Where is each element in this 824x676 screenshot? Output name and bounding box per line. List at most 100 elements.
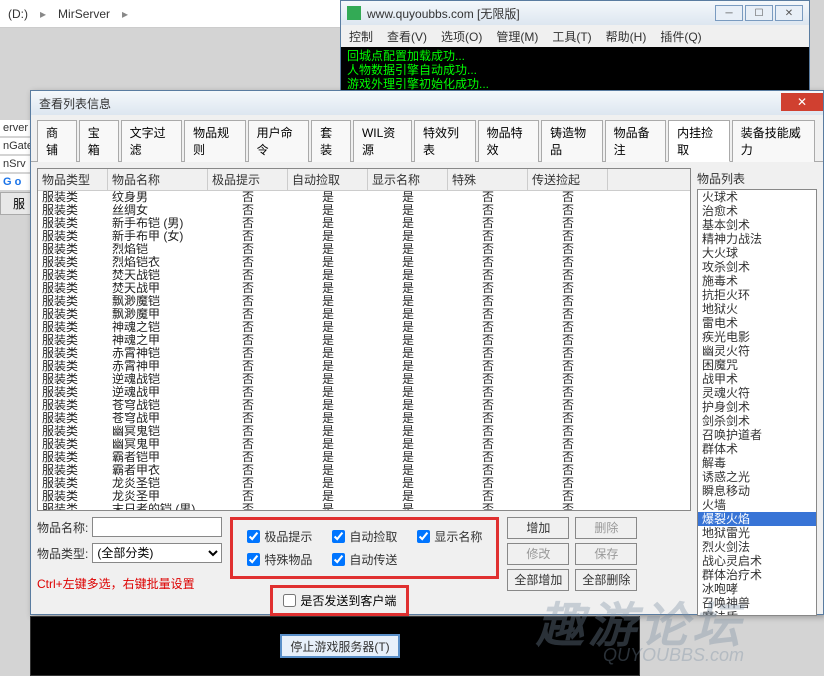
tab-4[interactable]: 用户命令 — [248, 120, 310, 162]
table-row[interactable]: 服装类烈焰铠衣否是是否否 — [38, 256, 690, 269]
list-item[interactable]: 解毒 — [698, 456, 816, 470]
crumb-drive[interactable]: (D:) — [8, 7, 28, 21]
table-row[interactable]: 服装类幽冥鬼甲否是是否否 — [38, 438, 690, 451]
list-item[interactable]: 群体治疗术 — [698, 568, 816, 582]
table-row[interactable]: 服装类赤霄神铠否是是否否 — [38, 347, 690, 360]
tab-7[interactable]: 特效列表 — [414, 120, 476, 162]
modify-button[interactable]: 修改 — [507, 543, 569, 565]
add-button[interactable]: 增加 — [507, 517, 569, 539]
table-row[interactable]: 服装类霸者铠甲否是是否否 — [38, 451, 690, 464]
dialog-titlebar[interactable]: 查看列表信息 — [31, 91, 823, 115]
stop-server-button[interactable]: 停止游戏服务器(T) — [280, 634, 400, 658]
list-item[interactable]: 疾光电影 — [698, 330, 816, 344]
item-name-input[interactable] — [92, 517, 222, 537]
list-item[interactable]: 地狱雷光 — [698, 526, 816, 540]
console-titlebar[interactable]: www.quyoubbs.com [无限版] ─ ☐ ✕ — [341, 1, 809, 25]
tab-8[interactable]: 物品特效 — [478, 120, 540, 162]
table-row[interactable]: 服装类龙炎圣铠否是是否否 — [38, 477, 690, 490]
table-row[interactable]: 服装类飘渺魔甲否是是否否 — [38, 308, 690, 321]
list-item[interactable]: 诱惑之光 — [698, 470, 816, 484]
list-item[interactable]: 爆裂火焰 — [698, 512, 816, 526]
table-row[interactable]: 服装类末日者的铠 (男)否是是否否 — [38, 503, 690, 510]
tab-11[interactable]: 内挂捡取 — [668, 120, 730, 162]
tab-1[interactable]: 宝箱 — [79, 120, 119, 162]
list-item[interactable]: 召唤神兽 — [698, 596, 816, 610]
table-row[interactable]: 服装类赤霄神甲否是是否否 — [38, 360, 690, 373]
table-row[interactable]: 服装类焚天战甲否是是否否 — [38, 282, 690, 295]
list-item[interactable]: 精神力战法 — [698, 232, 816, 246]
list-item[interactable]: 群体术 — [698, 442, 816, 456]
table-row[interactable]: 服装类神魂之甲否是是否否 — [38, 334, 690, 347]
column-header[interactable]: 物品名称 — [108, 169, 208, 190]
check-showname[interactable]: 显示名称 — [417, 528, 482, 545]
table-body[interactable]: 服装类纹身男否是是否否服装类丝绸女否是是否否服装类新手布铠 (男)否是是否否服装… — [38, 191, 690, 510]
column-header[interactable]: 物品类型 — [38, 169, 108, 190]
tab-10[interactable]: 物品备注 — [605, 120, 667, 162]
table-row[interactable]: 服装类神魂之铠否是是否否 — [38, 321, 690, 334]
column-header[interactable]: 特殊 — [448, 169, 528, 190]
list-item[interactable]: 治愈术 — [698, 204, 816, 218]
list-item[interactable]: 护身剑术 — [698, 400, 816, 414]
table-row[interactable]: 服装类焚天战铠否是是否否 — [38, 269, 690, 282]
list-item[interactable]: 召唤护道者 — [698, 428, 816, 442]
tab-2[interactable]: 文字过滤 — [121, 120, 183, 162]
menu-item[interactable]: 管理(M) — [496, 28, 538, 45]
check-special[interactable]: 特殊物品 — [247, 551, 312, 568]
table-row[interactable]: 服装类新手布铠 (男)否是是否否 — [38, 217, 690, 230]
list-item[interactable]: 瞬息移动 — [698, 484, 816, 498]
list-item[interactable]: 战甲术 — [698, 372, 816, 386]
column-header[interactable]: 显示名称 — [368, 169, 448, 190]
list-item[interactable]: 大火球 — [698, 246, 816, 260]
table-row[interactable]: 服装类幽冥鬼铠否是是否否 — [38, 425, 690, 438]
list-item[interactable]: 冰咆哮 — [698, 582, 816, 596]
list-item[interactable]: 魔法盾 — [698, 610, 816, 616]
item-type-select[interactable]: (全部分类) — [92, 543, 222, 563]
minimize-icon[interactable]: ─ — [715, 5, 743, 21]
table-row[interactable]: 服装类纹身男否是是否否 — [38, 191, 690, 204]
list-item[interactable]: 雷电术 — [698, 316, 816, 330]
tab-6[interactable]: WIL资源 — [353, 120, 412, 162]
menu-item[interactable]: 选项(O) — [441, 28, 482, 45]
menu-item[interactable]: 帮助(H) — [606, 28, 647, 45]
tab-0[interactable]: 商铺 — [37, 120, 77, 162]
list-item[interactable]: 地狱火 — [698, 302, 816, 316]
menu-item[interactable]: 查看(V) — [387, 28, 427, 45]
tab-3[interactable]: 物品规则 — [184, 120, 246, 162]
crumb-folder[interactable]: MirServer — [58, 7, 110, 21]
maximize-icon[interactable]: ☐ — [745, 5, 773, 21]
delete-button[interactable]: 删除 — [575, 517, 637, 539]
table-row[interactable]: 服装类逆魂战铠否是是否否 — [38, 373, 690, 386]
table-row[interactable]: 服装类霸者甲衣否是是否否 — [38, 464, 690, 477]
table-row[interactable]: 服装类丝绸女否是是否否 — [38, 204, 690, 217]
tab-12[interactable]: 装备技能威力 — [732, 120, 815, 162]
column-header[interactable]: 极品提示 — [208, 169, 288, 190]
check-autotransfer[interactable]: 自动传送 — [332, 551, 397, 568]
table-row[interactable]: 服装类苍穹战铠否是是否否 — [38, 399, 690, 412]
table-row[interactable]: 服装类苍穹战甲否是是否否 — [38, 412, 690, 425]
check-premium[interactable]: 极品提示 — [247, 528, 312, 545]
list-item[interactable]: 困魔咒 — [698, 358, 816, 372]
menu-item[interactable]: 插件(Q) — [660, 28, 701, 45]
tab-5[interactable]: 套装 — [311, 120, 351, 162]
menu-item[interactable]: 工具(T) — [552, 28, 591, 45]
close-button[interactable]: ✕ — [781, 93, 823, 111]
check-autopick[interactable]: 自动捡取 — [332, 528, 397, 545]
send-to-client-check[interactable]: 是否发送到客户端 — [270, 585, 409, 616]
list-item[interactable]: 抗拒火环 — [698, 288, 816, 302]
list-item[interactable]: 攻杀剑术 — [698, 260, 816, 274]
list-item[interactable]: 火球术 — [698, 190, 816, 204]
delete-all-button[interactable]: 全部删除 — [575, 569, 637, 591]
list-item[interactable]: 火墙 — [698, 498, 816, 512]
close-icon[interactable]: ✕ — [775, 5, 803, 21]
table-row[interactable]: 服装类龙炎圣甲否是是否否 — [38, 490, 690, 503]
list-item[interactable]: 施毒术 — [698, 274, 816, 288]
list-item[interactable]: 灵魂火符 — [698, 386, 816, 400]
table-row[interactable]: 服装类逆魂战甲否是是否否 — [38, 386, 690, 399]
column-header[interactable]: 传送捡起 — [528, 169, 608, 190]
tab-9[interactable]: 铸造物品 — [541, 120, 603, 162]
list-item[interactable]: 烈火剑法 — [698, 540, 816, 554]
add-all-button[interactable]: 全部增加 — [507, 569, 569, 591]
list-item[interactable]: 剑杀剑术 — [698, 414, 816, 428]
save-button[interactable]: 保存 — [575, 543, 637, 565]
list-item[interactable]: 基本剑术 — [698, 218, 816, 232]
